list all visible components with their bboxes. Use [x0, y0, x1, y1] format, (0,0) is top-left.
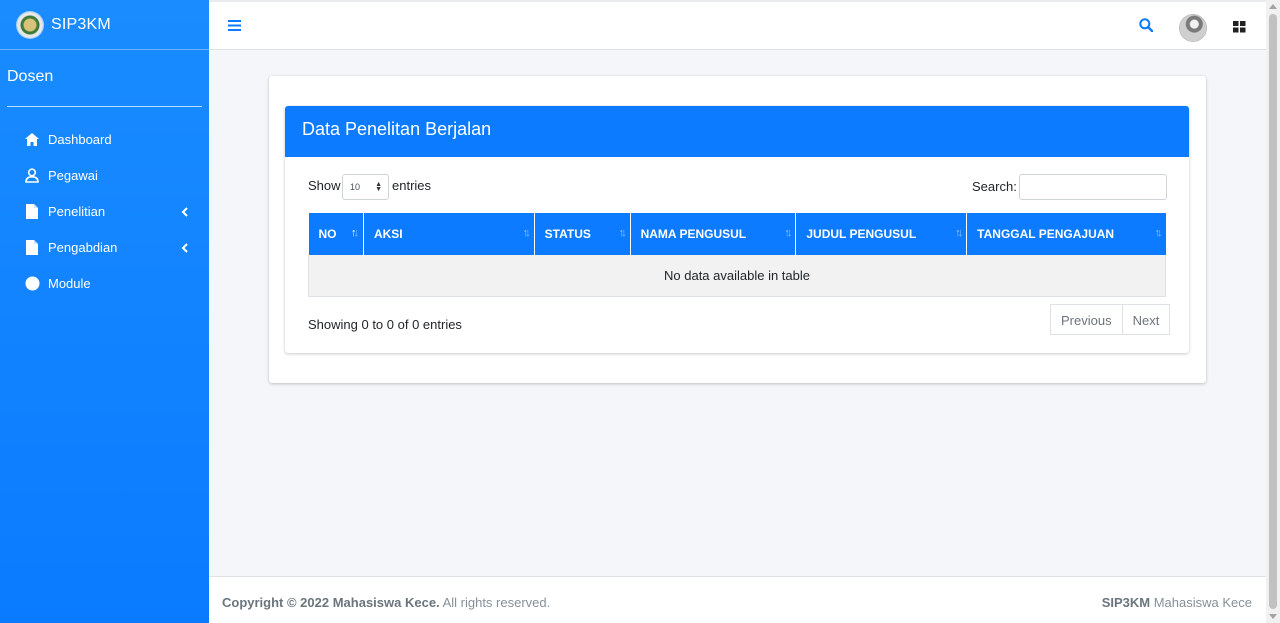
sidebar-item-dashboard[interactable]: Dashboard [0, 121, 209, 157]
page-length-value: 10 [350, 182, 361, 192]
home-icon [24, 131, 40, 147]
top-navbar [209, 0, 1266, 50]
footer: Copyright © 2022 Mahasiswa Kece. All rig… [209, 576, 1266, 623]
scroll-down-arrow-icon[interactable] [1269, 614, 1277, 619]
column-header-nama-pengusul[interactable]: NAMA PENGUSUL ↑↓ [630, 213, 797, 255]
user-name[interactable]: Dosen [7, 68, 202, 107]
grid-icon[interactable] [1233, 21, 1246, 36]
scroll-up-arrow-icon[interactable] [1269, 4, 1277, 9]
next-page-button[interactable]: Next [1122, 304, 1171, 335]
sort-icon: ↑↓ [955, 227, 963, 239]
data-table-card: Data Penelitan Berjalan Show 10 ▲ ▼ entri… [285, 106, 1189, 353]
sidebar-item-pegawai[interactable]: Pegawai [0, 157, 209, 193]
footer-copyright: Copyright © 2022 Mahasiswa Kece. All rig… [222, 595, 550, 610]
chevron-left-icon [181, 241, 188, 256]
brand-logo-icon [17, 11, 43, 38]
sort-icon: ↑↓ [618, 227, 627, 239]
table-info: Showing 0 to 0 of 0 entries [308, 317, 462, 332]
brand-link[interactable]: SIP3KM [0, 0, 209, 50]
user-avatar[interactable] [1180, 15, 1206, 41]
card-title: Data Penelitan Berjalan [285, 106, 1189, 157]
content-card: Data Penelitan Berjalan Show 10 ▲ ▼ entri… [269, 76, 1206, 383]
footer-version: SIP3KM Mahasiswa Kece [1102, 595, 1252, 610]
footer-copyright-owner: Copyright © 2022 Mahasiswa Kece. [222, 595, 440, 610]
empty-table-message: No data available in table [308, 255, 1166, 297]
chevron-left-icon [181, 205, 188, 220]
footer-brand-suffix: Mahasiswa Kece [1153, 595, 1252, 610]
page-length-select[interactable]: 10 ▲ ▼ [342, 174, 389, 200]
data-table: NO ↑↓ AKSI ↑↓ STATUS ↑↓ NAMA PENGUSUL ↑↓ JUD… [308, 213, 1166, 297]
circle-icon [24, 275, 40, 291]
scroll-thumb[interactable] [1269, 14, 1277, 609]
entries-label: entries [392, 178, 432, 193]
table-row: No data available in table [308, 255, 1166, 297]
footer-rights: All rights reserved. [442, 595, 551, 610]
show-label: Show [308, 178, 341, 193]
sort-icon: ↑↓ [1154, 227, 1163, 239]
sidebar-item-penelitian[interactable]: Penelitian [0, 193, 209, 229]
sidebar-item-label: Pengabdian [48, 239, 118, 255]
sidebar-item-module[interactable]: Module [0, 265, 209, 301]
sidebar-item-label: Module [48, 275, 91, 291]
sidebar-item-pengabdian[interactable]: Pengabdian [0, 229, 209, 265]
sort-asc-icon: ↑↓ [350, 227, 359, 239]
sidebar: SIP3KM Dosen Dashboard Pegawai Penelitia… [0, 0, 209, 623]
sort-icon: ↑↓ [522, 227, 531, 239]
file-icon [24, 203, 40, 219]
sort-icon: ↑↓ [784, 227, 792, 239]
select-caret-icon: ▲ ▼ [375, 181, 382, 193]
file-icon [24, 239, 40, 255]
sidebar-item-label: Dashboard [48, 131, 112, 147]
column-header-tanggal-pengajuan[interactable]: TANGGAL PENGAJUAN ↑↓ [966, 213, 1166, 255]
column-header-no[interactable]: NO ↑↓ [308, 213, 364, 255]
search-icon[interactable] [1139, 18, 1154, 35]
column-header-judul-pengusul[interactable]: JUDUL PENGUSUL ↑↓ [795, 213, 968, 255]
menu-toggle-icon[interactable] [228, 19, 241, 34]
previous-page-button[interactable]: Previous [1050, 304, 1123, 335]
user-icon [24, 167, 40, 183]
user-panel: Dosen [0, 50, 209, 107]
search-label: Search: [972, 179, 1017, 194]
column-header-aksi[interactable]: AKSI ↑↓ [363, 213, 535, 255]
table-controls: Show 10 ▲ ▼ entries Search: [285, 157, 1189, 213]
column-header-status[interactable]: STATUS ↑↓ [534, 213, 631, 255]
sidebar-item-label: Penelitian [48, 203, 106, 219]
sidebar-item-label: Pegawai [48, 167, 98, 183]
brand-title: SIP3KM [51, 15, 111, 33]
sidebar-nav: Dashboard Pegawai Penelitian Pengabdian [0, 121, 209, 301]
pagination: Previous Next [1050, 304, 1171, 335]
search-input[interactable] [1019, 174, 1167, 200]
footer-brand: SIP3KM [1101, 595, 1151, 610]
page-scrollbar[interactable] [1266, 0, 1280, 623]
table-header-row: NO ↑↓ AKSI ↑↓ STATUS ↑↓ NAMA PENGUSUL ↑↓ JUD… [308, 213, 1166, 255]
